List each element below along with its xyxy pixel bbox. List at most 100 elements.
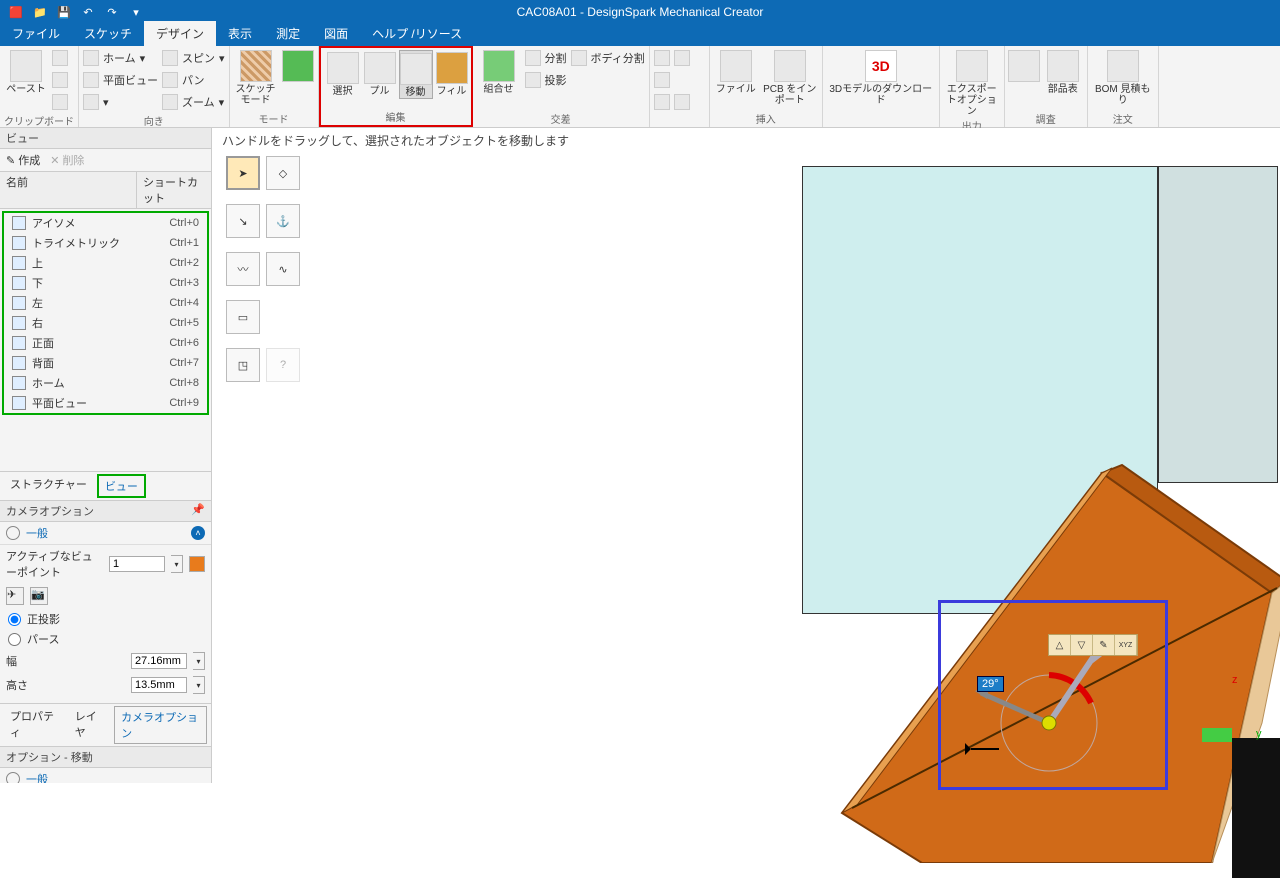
view-row-2[interactable]: 上Ctrl+2 (4, 253, 207, 273)
zoom-button[interactable]: ズーム▾ (162, 92, 225, 112)
tab-drawing[interactable]: 図面 (312, 21, 360, 46)
tab-design[interactable]: デザイン (144, 21, 216, 46)
curve-tool[interactable]: 〰 (226, 252, 260, 286)
ortho-radio[interactable] (8, 613, 21, 626)
plane-icon[interactable]: ✈ (6, 587, 24, 605)
export-button[interactable]: エクスポートオプション (944, 48, 1000, 117)
sketchmode-button[interactable]: スケッチモード (234, 48, 278, 106)
combine-button[interactable]: 組合せ (477, 48, 521, 95)
move-gizmo-selection[interactable] (938, 600, 1168, 790)
project-button[interactable]: 投影 (525, 70, 567, 90)
pin-icon[interactable]: 📌 (191, 503, 205, 519)
line-tool[interactable]: ↘ (226, 204, 260, 238)
download-3d-button[interactable]: 3D3Dモデルのダウンロード (827, 48, 935, 106)
view-row-7[interactable]: 背面Ctrl+7 (4, 353, 207, 373)
save-icon[interactable]: 💾 (54, 2, 74, 22)
fill-icon (436, 52, 468, 84)
tab-sketch[interactable]: スケッチ (72, 21, 144, 46)
persp-radio[interactable] (8, 633, 21, 646)
view-row-8[interactable]: ホームCtrl+8 (4, 373, 207, 393)
plan-view-button[interactable]: 平面ビュー (83, 70, 158, 90)
camera-icon[interactable]: 📷 (30, 587, 48, 605)
bodysplit-button[interactable]: ボディ分割 (571, 48, 645, 68)
viewport[interactable]: ハンドルをドラッグして、選択されたオブジェクトを移動します ➤◇ ↘⚓ 〰∿ ▭… (212, 128, 1280, 783)
move-button[interactable]: 移動 (399, 50, 433, 99)
pull-button[interactable]: プル (365, 50, 395, 97)
width-drop[interactable]: ▾ (193, 652, 205, 670)
misc1a[interactable] (654, 48, 690, 68)
col-name[interactable]: 名前 (0, 172, 137, 208)
ortho-label: 正投影 (27, 611, 60, 627)
mini-tool-3[interactable]: ✎ (1093, 635, 1115, 655)
split-button[interactable]: 分割 (525, 48, 567, 68)
mini-tool-1[interactable]: △ (1049, 635, 1071, 655)
spin-button[interactable]: スピン▾ (162, 48, 225, 68)
open-icon[interactable]: 📁 (30, 2, 50, 22)
height-input[interactable] (131, 677, 187, 693)
view-row-5[interactable]: 右Ctrl+5 (4, 313, 207, 333)
active-viewport-dropdown[interactable]: ▾ (171, 555, 183, 573)
misc1c[interactable] (654, 92, 690, 112)
view-row-4[interactable]: 左Ctrl+4 (4, 293, 207, 313)
color-swatch[interactable] (189, 556, 205, 572)
tab-properties[interactable]: プロパティ (4, 706, 65, 744)
view-row-9[interactable]: 平面ビューCtrl+9 (4, 393, 207, 413)
active-viewport-input[interactable] (109, 556, 165, 572)
tab-display[interactable]: 表示 (216, 21, 264, 46)
misc-button[interactable] (1009, 48, 1039, 84)
pointer-tool[interactable]: ➤ (226, 156, 260, 190)
brush-button[interactable] (52, 92, 68, 112)
insert-file-button[interactable]: ファイル (714, 48, 758, 95)
extrude-tool[interactable]: ▭ (226, 300, 260, 334)
redo-icon[interactable]: ↷ (102, 2, 122, 22)
parts-button[interactable]: 部品表 (1043, 48, 1083, 95)
gizmo-mini-toolbar: △ ▽ ✎ XYZ (1048, 634, 1138, 656)
solidmode-button[interactable] (282, 48, 314, 84)
qat-more-icon[interactable]: ▾ (126, 2, 146, 22)
view-shortcut: Ctrl+2 (169, 257, 199, 269)
create-view-button[interactable]: ✎作成 (6, 152, 40, 168)
paste-button[interactable]: ペースト (4, 48, 48, 95)
copy-button[interactable] (52, 70, 68, 90)
tab-view[interactable]: ビュー (97, 474, 146, 498)
iso-view-button[interactable]: ▾ (83, 92, 158, 112)
home-view-button[interactable]: ホーム▾ (83, 48, 158, 68)
view-row-0[interactable]: アイソメCtrl+0 (4, 213, 207, 233)
view-toolbar: ✎作成 ✕削除 (0, 149, 211, 172)
path-tool[interactable]: ∿ (266, 252, 300, 286)
axis-tool[interactable]: ◇ (266, 156, 300, 190)
undo-icon[interactable]: ↶ (78, 2, 98, 22)
collapse-icon[interactable]: ˄ (191, 526, 205, 540)
tab-layer[interactable]: レイヤ (69, 706, 110, 744)
angle-readout[interactable]: 29° (977, 676, 1004, 692)
home-icon (83, 50, 99, 66)
view-row-6[interactable]: 正面Ctrl+6 (4, 333, 207, 353)
tab-file[interactable]: ファイル (0, 21, 72, 46)
pan-button[interactable]: パン (162, 70, 225, 90)
anchor-tool[interactable]: ⚓ (266, 204, 300, 238)
misc-tool[interactable]: ? (266, 348, 300, 382)
col-shortcut[interactable]: ショートカット (137, 172, 211, 208)
fill-button[interactable]: フィル (437, 50, 467, 97)
box-tool[interactable]: ◳ (226, 348, 260, 382)
tab-help[interactable]: ヘルプ /リソース (360, 21, 474, 46)
sketchmode-icon (240, 50, 272, 82)
bom-quote-button[interactable]: BOM 見積もり (1092, 48, 1154, 106)
misc1b[interactable] (654, 70, 690, 90)
height-drop[interactable]: ▾ (193, 676, 205, 694)
mini-tool-xyz[interactable]: XYZ (1115, 635, 1137, 655)
mini-tool-2[interactable]: ▽ (1071, 635, 1093, 655)
width-input[interactable] (131, 653, 187, 669)
delete-view-button[interactable]: ✕削除 (50, 152, 84, 168)
view-row-1[interactable]: トライメトリックCtrl+1 (4, 233, 207, 253)
view-row-3[interactable]: 下Ctrl+3 (4, 273, 207, 293)
section-general-2[interactable]: 一般 (0, 768, 211, 783)
tab-measure[interactable]: 測定 (264, 21, 312, 46)
cut-button[interactable] (52, 48, 68, 68)
tab-structure[interactable]: ストラクチャー (4, 474, 93, 498)
select-button[interactable]: 選択 (325, 50, 361, 97)
tab-cameraoption[interactable]: カメラオプション (114, 706, 207, 744)
pcb-import-button[interactable]: PCB をインポート (762, 48, 818, 106)
section-general[interactable]: 一般˄ (0, 522, 211, 545)
app-icon[interactable]: 🟥 (6, 2, 26, 22)
